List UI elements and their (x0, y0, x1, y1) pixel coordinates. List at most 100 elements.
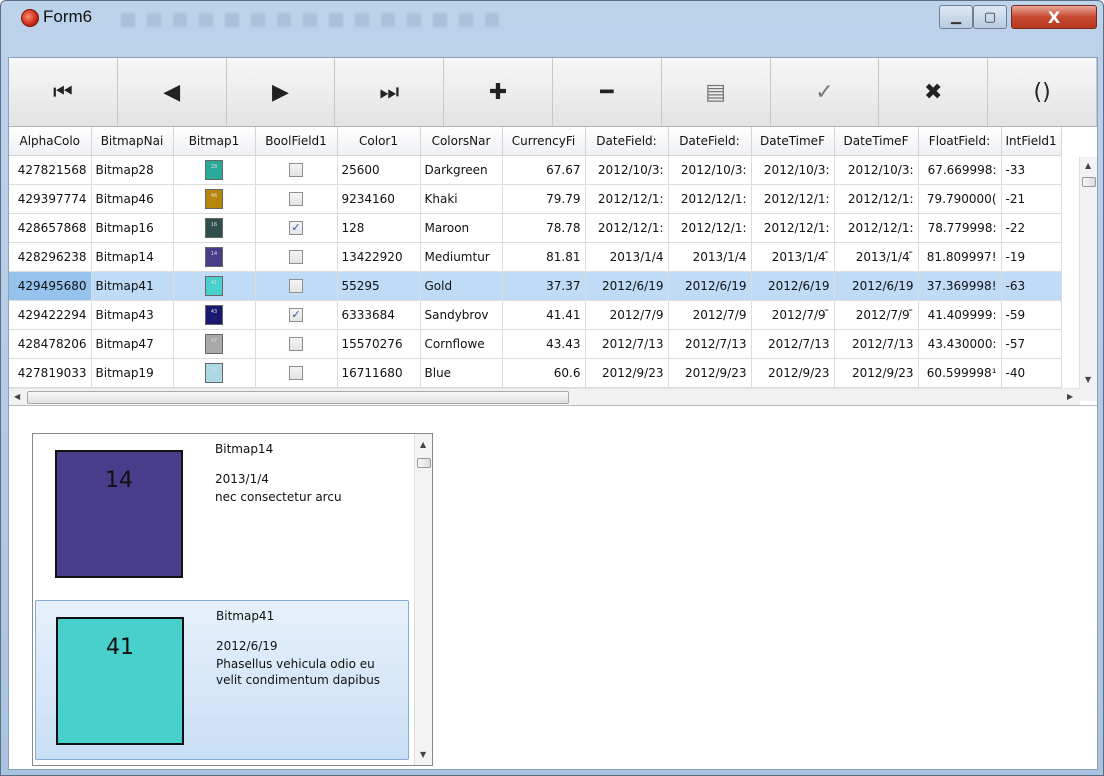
table-row[interactable]: 428296238 Bitmap14 14 13422920 Mediumtur 81.8… (9, 242, 1062, 272)
bool-cell[interactable]: ✓ (255, 300, 338, 330)
column-header[interactable]: ColorsNar (420, 127, 503, 156)
table-cell[interactable]: 81.809997! (918, 242, 1002, 272)
grid-vertical-scrollbar[interactable]: ▲ ▼ (1079, 157, 1097, 401)
grid-horizontal-scrollbar[interactable]: ◀ ▶ (9, 388, 1080, 405)
column-header[interactable]: AlphaColo (9, 127, 92, 156)
bool-cell[interactable] (255, 155, 338, 185)
table-cell[interactable]: 79.790000( (918, 184, 1002, 214)
table-cell[interactable]: 43.43 (502, 329, 586, 359)
table-cell[interactable]: 2012/9/23 (751, 358, 835, 388)
table-cell[interactable]: 2012/12/1: (834, 213, 919, 243)
bool-cell[interactable] (255, 242, 338, 272)
bitmap-cell[interactable]: 28 (173, 155, 256, 185)
table-cell[interactable]: 41.409999: (918, 300, 1002, 330)
column-header[interactable]: DateTimeF (834, 127, 919, 156)
table-row[interactable]: 429495680 Bitmap41 41 55295 Gold 37.37 2012/6/… (9, 271, 1062, 301)
table-cell[interactable]: 2012/7/13 (585, 329, 669, 359)
scroll-right-arrow-icon[interactable]: ▶ (1067, 392, 1073, 401)
checkbox-unchecked[interactable] (289, 279, 303, 293)
table-cell[interactable]: 429397774 (9, 184, 92, 214)
scroll-up-arrow-icon[interactable]: ▲ (1085, 161, 1091, 170)
table-row[interactable]: 429397774 Bitmap46 46 9234160 Khaki 79.79 2012… (9, 184, 1062, 214)
last-record-button[interactable]: ⏭ (335, 58, 445, 126)
checkbox-unchecked[interactable] (289, 337, 303, 351)
close-button[interactable]: X (1011, 5, 1097, 29)
column-header[interactable]: DateTimeF (751, 127, 835, 156)
table-cell[interactable]: 2012/6/19 (751, 271, 835, 301)
table-cell[interactable]: 37.37 (502, 271, 586, 301)
table-cell[interactable]: Cornflowe (420, 329, 503, 359)
table-cell[interactable]: Khaki (420, 184, 503, 214)
scroll-down-arrow-icon[interactable]: ▼ (1085, 375, 1091, 384)
column-header[interactable]: BitmapNai (91, 127, 174, 156)
first-record-button[interactable]: ⏮ (9, 58, 118, 126)
table-cell[interactable]: 2012/10/3: (751, 155, 835, 185)
column-header[interactable]: Bitmap1 (173, 127, 256, 156)
data-grid[interactable]: AlphaColo BitmapNai Bitmap1 BoolField1 Color… (9, 127, 1097, 406)
table-cell[interactable]: 2012/7/13 (834, 329, 919, 359)
column-header[interactable]: DateField: (668, 127, 752, 156)
table-cell[interactable]: 79.79 (502, 184, 586, 214)
table-cell[interactable]: -57 (1001, 329, 1062, 359)
table-cell[interactable]: 43.430000: (918, 329, 1002, 359)
record-list-box[interactable]: ▲ ▼ 14 Bitmap14 2013/1/4 nec consectetur ar… (32, 433, 433, 766)
table-cell[interactable]: 9234160 (337, 184, 421, 214)
table-cell[interactable]: -40 (1001, 358, 1062, 388)
bitmap-cell[interactable]: 14 (173, 242, 256, 272)
cancel-record-button[interactable]: ✖ (879, 58, 989, 126)
column-header[interactable]: IntField1 (1001, 127, 1062, 156)
table-cell[interactable]: 15570276 (337, 329, 421, 359)
table-cell[interactable]: 2012/7/13 (751, 329, 835, 359)
table-cell[interactable]: 2013/1/4 ̄ (834, 242, 919, 272)
app-icon[interactable] (21, 9, 39, 27)
grid-vertical-scroll-thumb[interactable] (1082, 177, 1096, 187)
table-cell[interactable]: 429495680 (9, 271, 92, 301)
table-cell[interactable]: 25600 (337, 155, 421, 185)
table-cell[interactable]: Bitmap43 (91, 300, 174, 330)
list-item[interactable]: 41 Bitmap41 2012/6/19 Phasellus vehicula od… (35, 600, 409, 760)
table-cell[interactable]: -63 (1001, 271, 1062, 301)
table-cell[interactable]: 427819033 (9, 358, 92, 388)
delete-record-button[interactable]: ━ (553, 58, 662, 126)
table-cell[interactable]: 2012/9/23 (585, 358, 669, 388)
table-cell[interactable]: 2012/12/1: (668, 184, 752, 214)
table-cell[interactable]: 2012/10/3: (834, 155, 919, 185)
table-cell[interactable]: 428296238 (9, 242, 92, 272)
table-cell[interactable]: -33 (1001, 155, 1062, 185)
checkbox-unchecked[interactable] (289, 250, 303, 264)
post-record-button[interactable]: ✓ (771, 58, 880, 126)
table-cell[interactable]: 67.67 (502, 155, 586, 185)
list-vertical-scrollbar[interactable]: ▲ ▼ (414, 434, 432, 765)
table-row[interactable]: 429422294 Bitmap43 43 ✓ 6333684 Sandybrov 41.4… (9, 300, 1062, 330)
table-cell[interactable]: 2012/12/1: (585, 213, 669, 243)
table-cell[interactable]: 6333684 (337, 300, 421, 330)
checkbox-unchecked[interactable] (289, 366, 303, 380)
table-row[interactable]: 428478206 Bitmap47 47 15570276 Cornflowe 43.4… (9, 329, 1062, 359)
table-cell[interactable]: 60.599998¹ (918, 358, 1002, 388)
table-cell[interactable]: -22 (1001, 213, 1062, 243)
table-cell[interactable]: Bitmap47 (91, 329, 174, 359)
table-cell[interactable]: 2012/7/9 ̄ (751, 300, 835, 330)
edit-record-button[interactable]: ▤ (662, 58, 771, 126)
table-cell[interactable]: 2012/10/3: (585, 155, 669, 185)
table-cell[interactable]: 2013/1/4 (585, 242, 669, 272)
table-cell[interactable]: Maroon (420, 213, 503, 243)
bool-cell[interactable]: ✓ (255, 213, 338, 243)
table-cell[interactable]: Sandybrov (420, 300, 503, 330)
table-cell[interactable]: 60.6 (502, 358, 586, 388)
table-cell[interactable]: 429422294 (9, 300, 92, 330)
table-cell[interactable]: Mediumtur (420, 242, 503, 272)
table-row[interactable]: 428657868 Bitmap16 16 ✓ 128 Maroon 78.78 2012/1… (9, 213, 1062, 243)
checkbox-unchecked[interactable] (289, 192, 303, 206)
table-row[interactable]: 427821568 Bitmap28 28 25600 Darkgreen 67.67 20… (9, 155, 1062, 185)
checkbox-unchecked[interactable] (289, 163, 303, 177)
list-vertical-scroll-thumb[interactable] (417, 458, 431, 468)
bitmap-cell[interactable]: 16 (173, 213, 256, 243)
table-cell[interactable]: 2012/6/19 (668, 271, 752, 301)
table-cell[interactable]: -21 (1001, 184, 1062, 214)
refresh-record-button[interactable]: () (988, 58, 1097, 126)
table-cell[interactable]: 2012/12/1: (585, 184, 669, 214)
table-cell[interactable]: Bitmap46 (91, 184, 174, 214)
table-cell[interactable]: 2012/12/1: (668, 213, 752, 243)
column-header[interactable]: CurrencyFi (502, 127, 586, 156)
